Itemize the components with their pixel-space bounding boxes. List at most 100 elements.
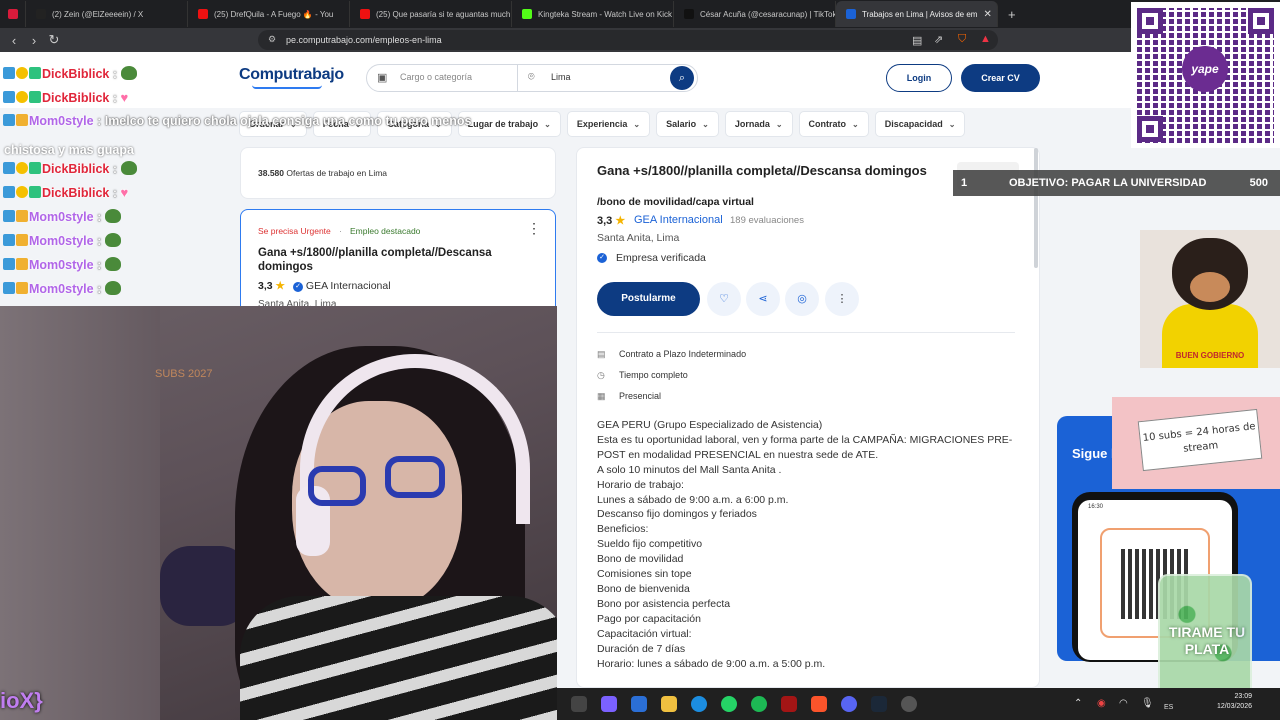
brave-shield-icon[interactable]: ⛉ (958, 33, 966, 46)
promo-title: Sigue l (1072, 446, 1115, 461)
chat-badge-icon (3, 258, 15, 270)
description-line: Beneficios: (597, 523, 649, 536)
chat-username[interactable]: Mom0style (29, 258, 94, 272)
copilot-icon[interactable] (601, 696, 617, 712)
subs-note-text: 10 subs = 24 horas de stream (1137, 408, 1263, 472)
chat-separator: : (109, 162, 121, 176)
tray-app-icon[interactable]: ◉ (1097, 698, 1106, 709)
favorite-icon[interactable]: ♡ (707, 282, 741, 316)
chat-username[interactable]: Mom0style (29, 234, 94, 248)
filter-dropdown[interactable]: Jornada ⌄ (724, 111, 793, 137)
start-icon[interactable] (571, 696, 587, 712)
url-field[interactable]: ⚙ pe.computrabajo.com/empleos-en-lima (258, 30, 998, 50)
verified-icon: ✓ (597, 253, 607, 263)
browser-tab[interactable]: (25) DrefQuila - A Fuego 🔥 - You (188, 1, 350, 27)
site-info-icon[interactable]: ⚙ (268, 34, 276, 45)
spotify-icon[interactable] (751, 696, 767, 712)
whatsapp-icon[interactable] (721, 696, 737, 712)
search-button[interactable]: ⌕ (670, 66, 694, 90)
browser-tab[interactable]: César Acuña (@cesaracunap) | TikTok (674, 1, 836, 27)
tab-favicon-icon (198, 9, 208, 19)
dota-icon[interactable] (781, 696, 797, 712)
chat-username[interactable]: Mom0style (29, 114, 94, 128)
heart-emote-icon: ♥ (120, 185, 129, 200)
widgets-icon[interactable] (631, 696, 647, 712)
chat-badge-icon (3, 114, 15, 126)
discord-icon[interactable] (841, 696, 857, 712)
close-tab-icon[interactable]: ✕ (983, 9, 991, 20)
tab-favicon-icon (36, 9, 46, 19)
description-line: Descanso fijo domingos y feriados (597, 508, 757, 521)
brave-icon[interactable] (811, 696, 827, 712)
edge-icon[interactable] (691, 696, 707, 712)
reload-icon[interactable]: ↻ (44, 32, 64, 48)
chat-username[interactable]: DickBiblick (42, 91, 109, 105)
mic-icon[interactable]: 🎙 (1141, 698, 1154, 709)
file-explorer-icon[interactable] (661, 696, 677, 712)
chat-separator: : (109, 67, 121, 81)
clock[interactable]: 23:09 12/03/2026 (1217, 692, 1252, 712)
chat-separator: : (109, 186, 121, 200)
chat-badge-icon (16, 186, 28, 198)
goal-text: OBJETIVO: PAGAR LA UNIVERSIDAD (1009, 177, 1207, 189)
description-line: Sueldo fijo competitivo (597, 538, 703, 551)
create-cv-button[interactable]: Crear CV (961, 64, 1040, 92)
filter-dropdown[interactable]: Experiencia ⌄ (566, 111, 651, 137)
chat-separator: : (93, 282, 105, 296)
goal-value: 500 (1249, 177, 1268, 189)
share-icon[interactable]: ⋖ (746, 282, 780, 316)
job-meta-row: ▦ Presencial (597, 391, 661, 402)
frog-emote-icon (104, 257, 121, 271)
wifi-icon[interactable]: ◠ (1119, 698, 1128, 709)
share-icon[interactable]: ⇗ (934, 33, 943, 46)
webcam-label: SUBS 2027 (155, 368, 213, 380)
filter-dropdown[interactable]: Contrato ⌄ (798, 111, 869, 137)
browser-tab[interactable]: Trabajos en Lima | Avisos de em ✕ (836, 1, 998, 27)
chat-username[interactable]: DickBiblick (42, 186, 109, 200)
browser-tab[interactable]: Kingteka Stream - Watch Live on Kick (512, 1, 674, 27)
description-line: Comisiones sin tope (597, 568, 692, 581)
browser-tab[interactable]: (25) Que pasaría si te aguantas much (350, 1, 512, 27)
chevron-down-icon: ⌄ (702, 119, 709, 129)
rewards-icon[interactable]: ▲ (980, 33, 991, 45)
chat-message: Mom0style : (3, 257, 121, 272)
tab-label: (2) Zein (@ElZeeeein) / X (52, 9, 144, 19)
description-line: Bono de movilidad (597, 553, 684, 566)
apply-button[interactable]: Postularme (597, 282, 700, 316)
job-description: GEA PERU (Grupo Especializado de Asisten… (597, 418, 1017, 671)
filter-dropdown[interactable]: Salario ⌄ (656, 111, 719, 137)
reader-icon[interactable]: ▤ (912, 34, 922, 47)
chat-username[interactable]: DickBiblick (42, 162, 109, 176)
steam-icon[interactable] (871, 696, 887, 712)
chat-username[interactable]: DickBiblick (42, 67, 109, 81)
description-line: Duración de 7 días (597, 642, 686, 655)
verified-company: Empresa verificada (616, 252, 706, 264)
divider (597, 332, 1015, 333)
back-icon[interactable]: ‹ (4, 33, 24, 48)
detail-evaluations[interactable]: 189 evaluaciones (730, 215, 804, 226)
detail-company[interactable]: GEA Internacional (634, 214, 723, 226)
address-bar: ‹ › ↻ ▢ ⚙ pe.computrabajo.com/empleos-en… (0, 28, 1280, 52)
browser-tab[interactable]: (2) Zein (@ElZeeeein) / X (26, 1, 188, 27)
obs-icon[interactable] (901, 696, 917, 712)
chat-badge-icon (16, 234, 28, 246)
chat-username[interactable]: Mom0style (29, 282, 94, 296)
chat-badge-icon (3, 234, 15, 246)
chat-badge-icon (16, 91, 28, 103)
filter-label: Salario (666, 119, 697, 129)
filter-dropdown[interactable]: Discapacidad ⌄ (874, 111, 966, 137)
language-indicator[interactable]: ES (1164, 704, 1173, 711)
scrollbar[interactable] (1034, 148, 1038, 268)
hide-icon[interactable]: ◎ (785, 282, 819, 316)
chat-badge-icon (3, 210, 15, 222)
chat-username[interactable]: Mom0style (29, 210, 94, 224)
tray-chevron-icon[interactable]: ⌃ (1074, 698, 1082, 709)
forward-icon[interactable]: › (24, 33, 44, 48)
more-options-icon[interactable]: ⋮ (825, 282, 859, 316)
new-tab-icon[interactable]: + (998, 7, 1026, 22)
chat-message: DickBiblick : ♥ (3, 185, 128, 200)
login-button[interactable]: Login (886, 64, 952, 92)
tip-jar-text: TIRAME TU PLATA (1168, 624, 1246, 657)
frog-emote-icon (120, 66, 137, 80)
browser-tab[interactable] (2, 1, 26, 27)
